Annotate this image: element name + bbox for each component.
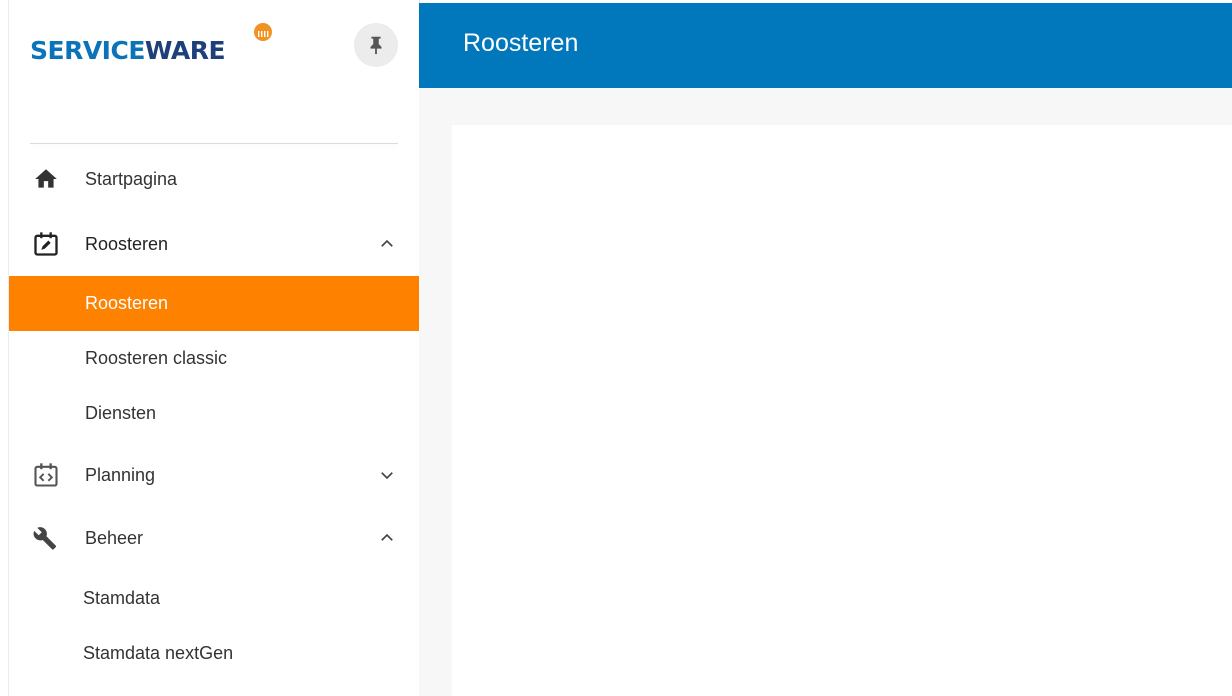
- sidebar-item-label: Planning: [85, 464, 156, 485]
- sidebar: SERVICEWARE Startpagina Roosteren Rooste…: [8, 0, 420, 696]
- chevron-up-icon: [375, 232, 399, 256]
- sidebar-subitem-roosteren-classic[interactable]: Roosteren classic: [9, 331, 419, 386]
- chevron-up-icon: [375, 526, 399, 550]
- pin-icon: [370, 36, 382, 55]
- sidebar-item-planning[interactable]: Planning: [9, 451, 419, 499]
- wrench-icon: [31, 523, 61, 553]
- content-panel: [452, 125, 1232, 696]
- sidebar-subitem-label: Diensten: [85, 403, 157, 423]
- home-icon: [31, 164, 61, 194]
- sidebar-item-label: Startpagina: [85, 168, 178, 189]
- page-title: Roosteren: [463, 29, 579, 57]
- sidebar-subitem-label: Roosteren: [85, 293, 169, 313]
- sidebar-subitem-diensten[interactable]: Diensten: [9, 386, 419, 441]
- header-bar: Roosteren: [419, 3, 1232, 88]
- sidebar-item-label: Beheer: [85, 527, 144, 548]
- sidebar-subitem-label: Stamdata: [83, 588, 161, 608]
- sidebar-subitem-label: Roosteren classic: [85, 348, 228, 368]
- sidebar-item-startpagina[interactable]: Startpagina: [9, 155, 419, 203]
- pin-sidebar-button[interactable]: [354, 23, 398, 67]
- sidebar-subitem-stamdata[interactable]: Stamdata: [9, 571, 419, 626]
- serviceware-logo[interactable]: SERVICEWARE: [30, 36, 226, 66]
- logo-text-service: SERVICE: [30, 36, 145, 65]
- sidebar-item-beheer[interactable]: Beheer: [9, 514, 419, 562]
- sidebar-item-roosteren[interactable]: Roosteren: [9, 220, 419, 268]
- sidebar-subitem-label: Stamdata nextGen: [83, 643, 234, 663]
- logo-text-ware: WARE: [144, 36, 226, 65]
- sidebar-subitem-roosteren[interactable]: Roosteren: [9, 276, 419, 331]
- sidebar-divider: [30, 143, 398, 144]
- logo-sun-icon: [254, 23, 272, 41]
- calendar-code-icon: [31, 460, 61, 490]
- sidebar-subitem-stamdata-nextgen[interactable]: Stamdata nextGen: [9, 626, 419, 681]
- sidebar-item-label: Roosteren: [85, 233, 169, 254]
- chevron-down-icon: [375, 463, 399, 487]
- calendar-edit-icon: [31, 229, 61, 259]
